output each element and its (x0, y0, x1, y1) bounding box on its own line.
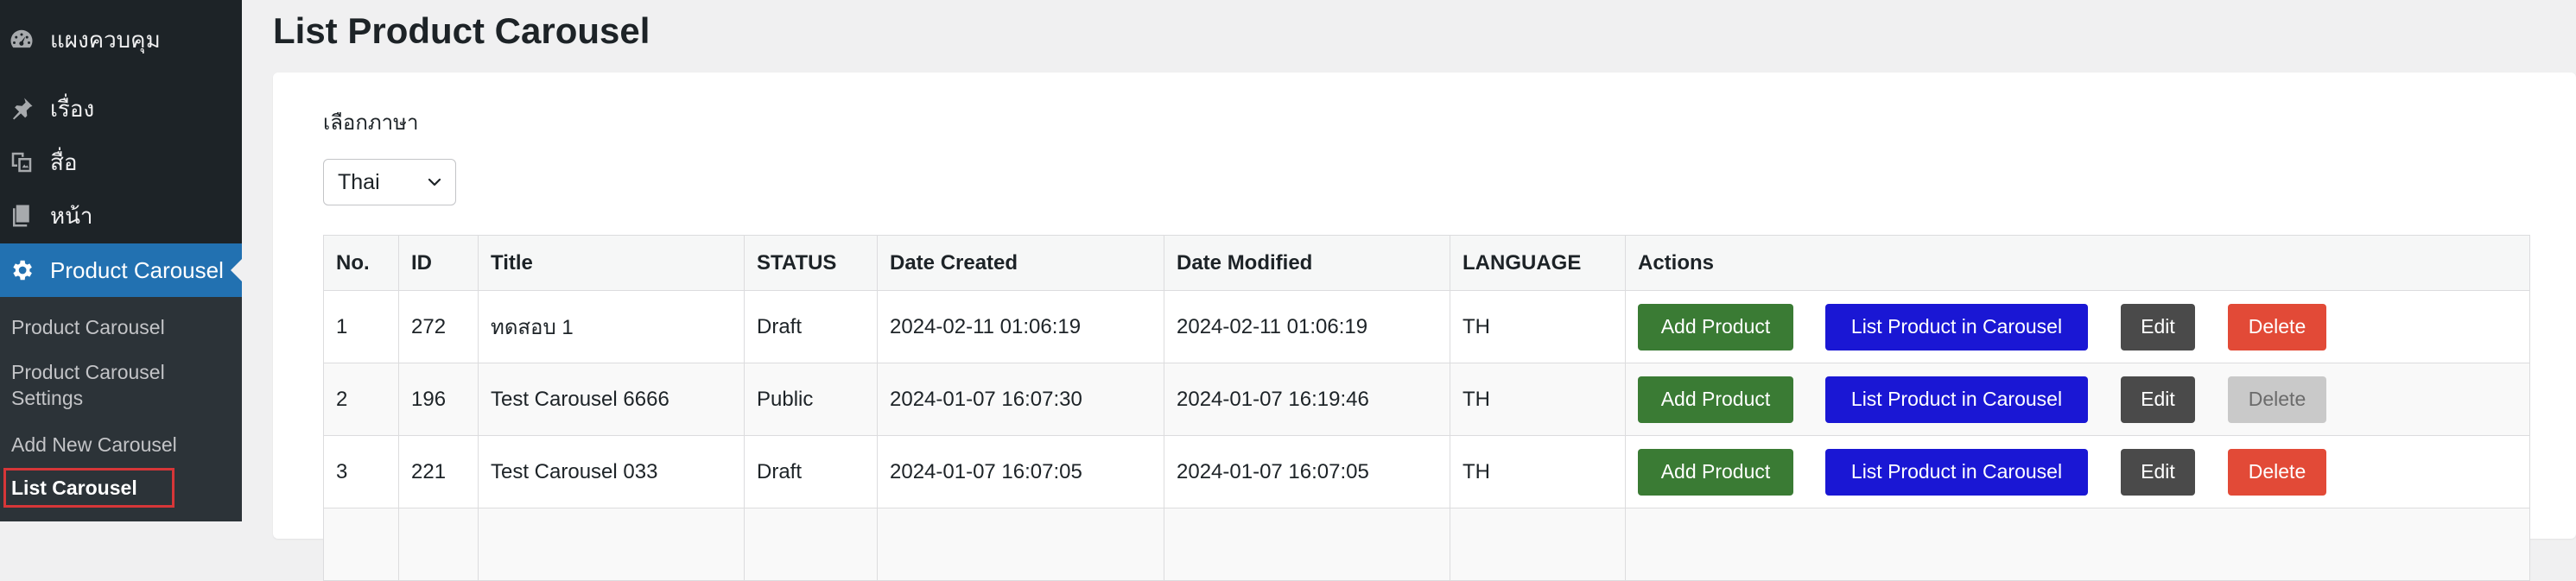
submenu-item-label-line1: Product Carousel (11, 361, 165, 383)
table-row: 1 272 ทดสอบ 1 Draft 2024-02-11 01:06:19 … (323, 290, 2530, 363)
add-product-button[interactable]: Add Product (1638, 303, 1793, 350)
cell-empty (398, 508, 479, 581)
cell-actions: Add Product List Product in Carousel Edit D… (1625, 363, 2530, 436)
sidebar-item-label: แผงควบคุม (50, 26, 161, 53)
sidebar-item-media[interactable]: สื่อ (0, 136, 242, 188)
admin-sidebar: แผงควบคุม เรื่อง สื่อ หน้า Product Carou… (0, 0, 243, 521)
column-header: STATUS (744, 235, 878, 291)
cell-date-modified: 2024-02-11 01:06:19 (1164, 290, 1450, 363)
media-icon (7, 148, 36, 177)
column-header: ID (398, 235, 479, 291)
edit-button[interactable]: Edit (2121, 303, 2195, 350)
sidebar-item-label: หน้า (50, 202, 93, 229)
cell-empty (744, 508, 878, 581)
cell-title: Test Carousel 033 (478, 435, 745, 508)
cell-language: TH (1450, 363, 1626, 436)
submenu-item-label-line2: Settings (11, 387, 84, 409)
sidebar-item-label: สื่อ (50, 148, 78, 175)
cell-date-created: 2024-02-11 01:06:19 (877, 290, 1164, 363)
page-icon (7, 201, 36, 231)
cell-language: TH (1450, 435, 1626, 508)
submenu-item-product-carousel[interactable]: Product Carousel (11, 314, 165, 340)
column-header: Title (478, 235, 745, 291)
carousel-table: No. ID Title STATUS Date Created Date Mo… (323, 235, 2530, 581)
add-product-button[interactable]: Add Product (1638, 376, 1793, 423)
cell-empty (1164, 508, 1450, 581)
cell-id: 272 (398, 290, 479, 363)
cell-no: 1 (323, 290, 399, 363)
cell-title: Test Carousel 6666 (478, 363, 745, 436)
edit-button[interactable]: Edit (2121, 448, 2195, 496)
cell-date-modified: 2024-01-07 16:07:05 (1164, 435, 1450, 508)
language-label: เลือกภาษา (323, 111, 419, 135)
delete-button[interactable]: Delete (2228, 303, 2326, 350)
cell-status: Draft (744, 290, 878, 363)
cell-date-created: 2024-01-07 16:07:30 (877, 363, 1164, 436)
submenu-item-add-new-carousel[interactable]: Add New Carousel (11, 432, 177, 458)
cell-id: 196 (398, 363, 479, 436)
cell-no: 2 (323, 363, 399, 436)
table-row: 3 221 Test Carousel 033 Draft 2024-01-07… (323, 435, 2530, 508)
column-header: LANGUAGE (1450, 235, 1626, 291)
gear-icon (7, 256, 36, 285)
column-header: Date Modified (1164, 235, 1450, 291)
sidebar-item-label: Product Carousel (50, 256, 224, 283)
cell-language: TH (1450, 290, 1626, 363)
sidebar-item-label: เรื่อง (50, 95, 95, 122)
chevron-down-icon (428, 178, 441, 186)
cell-no: 3 (323, 435, 399, 508)
list-product-in-carousel-button[interactable]: List Product in Carousel (1825, 303, 2088, 350)
edit-button[interactable]: Edit (2121, 376, 2195, 423)
sidebar-item-pages[interactable]: หน้า (0, 190, 242, 242)
list-product-in-carousel-button[interactable]: List Product in Carousel (1825, 376, 2088, 423)
cell-status: Draft (744, 435, 878, 508)
cell-actions: Add Product List Product in Carousel Edit D… (1625, 435, 2530, 508)
dashboard-icon (7, 25, 36, 54)
cell-status: Public (744, 363, 878, 436)
cell-date-modified: 2024-01-07 16:19:46 (1164, 363, 1450, 436)
sidebar-item-dashboard[interactable]: แผงควบคุม (0, 14, 242, 66)
table-row: 2 196 Test Carousel 6666 Public 2024-01-… (323, 363, 2530, 436)
column-header: No. (323, 235, 399, 291)
page-title: List Product Carousel (273, 10, 650, 51)
table-row (323, 508, 2530, 581)
sidebar-item-product-carousel[interactable]: Product Carousel (0, 243, 243, 297)
delete-button[interactable]: Delete (2228, 448, 2326, 496)
language-select-value: Thai (338, 169, 380, 194)
cell-title: ทดสอบ 1 (478, 290, 745, 363)
submenu-item-settings[interactable]: Product Carousel Settings (11, 359, 165, 411)
language-select[interactable]: Thai (323, 159, 456, 205)
delete-button-disabled: Delete (2228, 376, 2326, 423)
pin-icon (7, 94, 36, 123)
column-header: Date Created (877, 235, 1164, 291)
active-indicator (231, 258, 243, 282)
cell-date-created: 2024-01-07 16:07:05 (877, 435, 1164, 508)
add-product-button[interactable]: Add Product (1638, 448, 1793, 496)
list-product-in-carousel-button[interactable]: List Product in Carousel (1825, 448, 2088, 496)
cell-actions: Add Product List Product in Carousel Edit D… (1625, 290, 2530, 363)
highlight-box (3, 468, 174, 508)
cell-id: 221 (398, 435, 479, 508)
cell-empty (478, 508, 745, 581)
sidebar-item-posts[interactable]: เรื่อง (0, 83, 242, 135)
cell-empty (1625, 508, 2530, 581)
table-header-row: No. ID Title STATUS Date Created Date Mo… (323, 235, 2530, 291)
cell-empty (323, 508, 399, 581)
cell-empty (877, 508, 1164, 581)
column-header: Actions (1625, 235, 2530, 291)
cell-empty (1450, 508, 1626, 581)
